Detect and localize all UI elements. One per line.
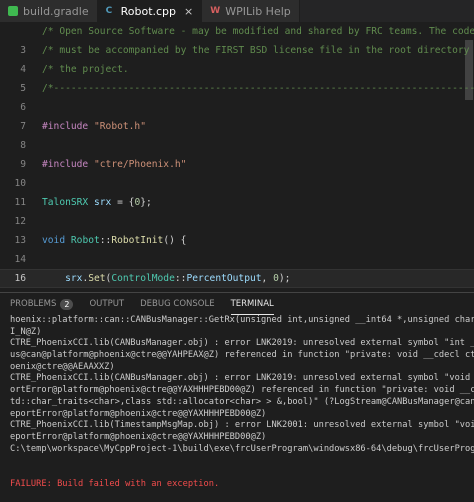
panel-tab-label: PROBLEMS bbox=[10, 299, 57, 309]
code-line[interactable]: 9 #include "ctre/Phoenix.h" bbox=[0, 155, 474, 174]
panel-tab-terminal[interactable]: TERMINAL bbox=[230, 293, 274, 315]
code-text: /*--------------------------------------… bbox=[42, 83, 474, 94]
line-number: 11 bbox=[14, 197, 26, 208]
code-line[interactable]: 4 /* the project. */ bbox=[0, 60, 474, 79]
cpp-icon: C bbox=[105, 6, 113, 16]
code-line[interactable]: 11 TalonSRX srx = {0}; bbox=[0, 193, 474, 212]
code-editor[interactable]: /* Open Source Software - may be modifie… bbox=[0, 22, 474, 292]
code-line[interactable]: 8 bbox=[0, 136, 474, 155]
terminal-line: hoenix::platform::can::CANBusManager::Ge… bbox=[10, 315, 474, 325]
terminal-line: C:\temp\workspace\MyCppProject-1\build\e… bbox=[10, 443, 474, 454]
line-number: 3 bbox=[20, 45, 26, 56]
editor-tab-bar: build.gradle C Robot.cpp × W WPILib Help bbox=[0, 0, 474, 22]
code-line[interactable]: 16 srx.Set(ControlMode::PercentOutput, 0… bbox=[0, 269, 474, 288]
code-text: TalonSRX srx = {0}; bbox=[42, 197, 152, 208]
tab-wpilib-help[interactable]: W WPILib Help bbox=[202, 0, 300, 22]
panel-tab-label: OUTPUT bbox=[89, 299, 125, 309]
bottom-panel: PROBLEMS 2 OUTPUT DEBUG CONSOLE TERMINAL hoe… bbox=[0, 292, 474, 489]
tab-label: build.gradle bbox=[23, 4, 89, 18]
close-icon[interactable]: × bbox=[184, 5, 193, 18]
line-number: 12 bbox=[14, 216, 26, 227]
terminal-line: CTRE_PhoenixCCI.lib(CANBusManager.obj) :… bbox=[10, 373, 471, 384]
code-line[interactable]: 6 bbox=[0, 98, 474, 117]
tab-robot-cpp[interactable]: C Robot.cpp × bbox=[97, 0, 203, 22]
line-number: 13 bbox=[14, 235, 26, 246]
panel-tab-output[interactable]: OUTPUT bbox=[89, 293, 124, 315]
build-failure-message: FAILURE: Build failed with an exception. bbox=[10, 478, 220, 489]
terminal-line: eportError@platform@phoenix@ctre@@YAXHHH… bbox=[10, 431, 267, 442]
code-text: #include "ctre/Phoenix.h" bbox=[42, 159, 187, 170]
wpilib-icon: W bbox=[210, 6, 221, 16]
panel-tab-bar: PROBLEMS 2 OUTPUT DEBUG CONSOLE TERMINAL bbox=[0, 293, 474, 315]
line-number: 8 bbox=[20, 140, 26, 151]
code-line[interactable]: 14 bbox=[0, 250, 474, 269]
code-line[interactable]: 12 bbox=[0, 212, 474, 231]
code-text: #include "Robot.h" bbox=[42, 121, 146, 132]
terminal-line: CTRE_PhoenixCCI.lib(TimestampMsgMap.obj)… bbox=[10, 420, 474, 431]
line-number: 7 bbox=[20, 121, 26, 132]
gradle-icon bbox=[8, 6, 18, 16]
code-line[interactable]: 10 bbox=[0, 174, 474, 193]
terminal-line: oenix@ctre@@AEAAXXZ) bbox=[10, 361, 115, 372]
code-line[interactable]: 7 #include "Robot.h" bbox=[0, 117, 474, 136]
code-line[interactable]: 13 void Robot::RobotInit() { bbox=[0, 231, 474, 250]
panel-tab-label: DEBUG CONSOLE bbox=[140, 299, 215, 309]
panel-tab-problems[interactable]: PROBLEMS 2 bbox=[10, 293, 74, 315]
terminal-line: CTRE_PhoenixCCI.lib(CANBusManager.obj) :… bbox=[10, 338, 474, 349]
terminal-line: td::char_traits<char>,class std::allocat… bbox=[10, 396, 474, 407]
tab-build-gradle[interactable]: build.gradle bbox=[0, 0, 98, 22]
code-line[interactable]: 3 /* must be accompanied by the FIRST BSD… bbox=[0, 41, 474, 60]
terminal-line: eportError@platform@phoenix@ctre@@YAXHHH… bbox=[10, 408, 267, 419]
panel-tab-label: TERMINAL bbox=[230, 298, 274, 309]
line-number: 9 bbox=[20, 159, 26, 170]
panel-tab-debug-console[interactable]: DEBUG CONSOLE bbox=[140, 293, 214, 315]
code-text: srx.Set(ControlMode::PercentOutput, 0); bbox=[65, 273, 291, 284]
tab-label: Robot.cpp bbox=[120, 4, 177, 18]
line-number: 6 bbox=[20, 102, 26, 113]
code-line[interactable]: 5 /*-------------------------------------… bbox=[0, 79, 474, 98]
code-text: /* Open Source Software - may be modifie… bbox=[42, 26, 474, 37]
line-number: 16 bbox=[14, 273, 26, 284]
line-number: 14 bbox=[14, 254, 26, 265]
code-text: /* must be accompanied by the FIRST BSD … bbox=[42, 45, 474, 56]
terminal-line: I_N@Z) bbox=[10, 326, 42, 337]
line-number: 10 bbox=[14, 178, 26, 189]
code-line[interactable]: /* Open Source Software - may be modifie… bbox=[0, 22, 474, 41]
terminal-output[interactable]: hoenix::platform::can::CANBusManager::Ge… bbox=[0, 315, 474, 502]
line-number: 4 bbox=[20, 64, 26, 75]
code-text: void Robot::RobotInit() { bbox=[42, 235, 187, 246]
terminal-line: ortError@platform@phoenix@ctre@@YAXHHHPE… bbox=[10, 385, 474, 396]
line-number: 5 bbox=[20, 83, 26, 94]
code-text: /* the project. */ bbox=[42, 64, 474, 75]
problems-count-badge: 2 bbox=[60, 298, 74, 310]
tab-label: WPILib Help bbox=[225, 4, 291, 18]
terminal-line: us@can@platform@phoenix@ctre@@YAHPEAX@Z)… bbox=[10, 350, 474, 361]
